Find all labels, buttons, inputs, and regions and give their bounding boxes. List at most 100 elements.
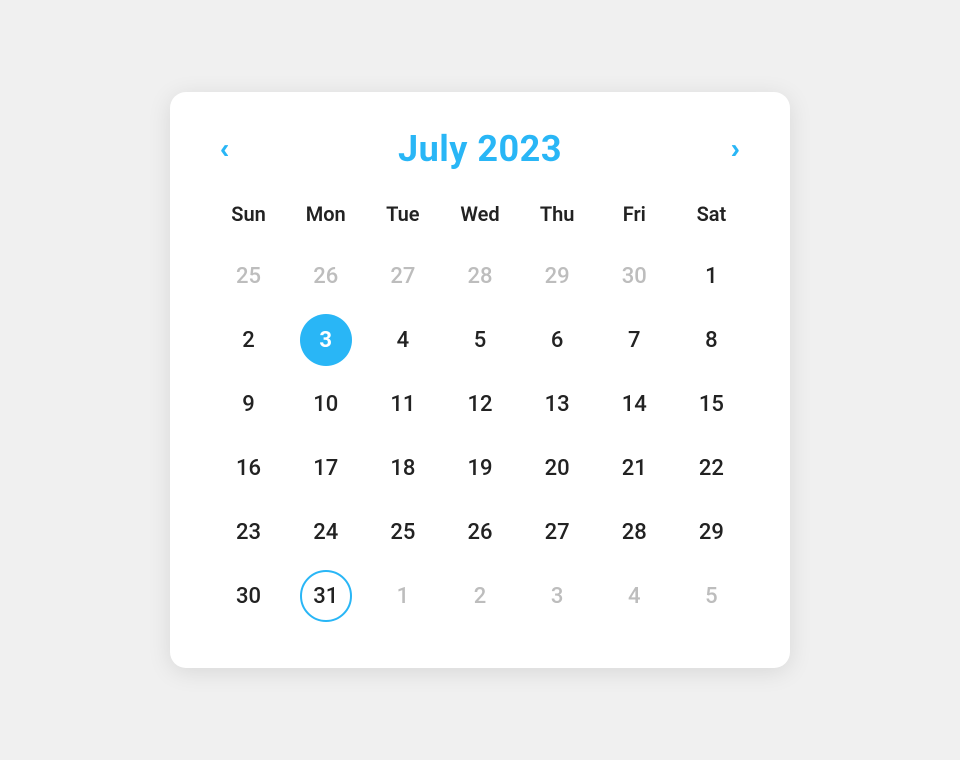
weekday-header-tue: Tue xyxy=(364,202,441,244)
calendar-cell: 30 xyxy=(210,564,287,628)
weekday-header-wed: Wed xyxy=(441,202,518,244)
day-cell[interactable]: 26 xyxy=(454,506,506,558)
calendar-week-2: 2345678 xyxy=(210,308,750,372)
calendar-cell: 16 xyxy=(210,436,287,500)
day-cell[interactable]: 3 xyxy=(531,570,583,622)
calendar-weekday-header: SunMonTueWedThuFriSat xyxy=(210,202,750,244)
day-cell[interactable]: 25 xyxy=(223,250,275,302)
day-cell[interactable]: 2 xyxy=(454,570,506,622)
calendar-cell: 3 xyxy=(519,564,596,628)
calendar-cell: 29 xyxy=(519,244,596,308)
calendar-cell: 1 xyxy=(364,564,441,628)
day-cell[interactable]: 2 xyxy=(223,314,275,366)
day-cell[interactable]: 3 xyxy=(300,314,352,366)
calendar-cell: 13 xyxy=(519,372,596,436)
weekday-header-thu: Thu xyxy=(519,202,596,244)
calendar-week-6: 30 31 12345 xyxy=(210,564,750,628)
weekday-header-sun: Sun xyxy=(210,202,287,244)
calendar-cell: 28 xyxy=(441,244,518,308)
day-cell[interactable]: 1 xyxy=(685,250,737,302)
calendar-cell: 25 xyxy=(210,244,287,308)
day-cell[interactable]: 8 xyxy=(685,314,737,366)
calendar-week-1: 25 26 27 28 29 30 1 xyxy=(210,244,750,308)
day-cell[interactable]: 5 xyxy=(454,314,506,366)
calendar-body: 2526272829301234567891011121314151617181… xyxy=(210,244,750,628)
calendar-cell: 11 xyxy=(364,372,441,436)
day-cell[interactable]: 31 xyxy=(300,570,352,622)
day-cell[interactable]: 25 xyxy=(377,506,429,558)
day-cell[interactable]: 22 xyxy=(685,442,737,494)
day-cell[interactable]: 11 xyxy=(377,378,429,430)
day-cell[interactable]: 27 xyxy=(377,250,429,302)
day-cell[interactable]: 7 xyxy=(608,314,660,366)
calendar-cell: 26 xyxy=(441,500,518,564)
day-cell[interactable]: 12 xyxy=(454,378,506,430)
calendar-cell: 24 xyxy=(287,500,364,564)
calendar-cell: 2 xyxy=(441,564,518,628)
prev-month-button[interactable]: ‹ xyxy=(210,131,239,167)
day-cell[interactable]: 29 xyxy=(531,250,583,302)
calendar-cell: 5 xyxy=(441,308,518,372)
calendar-cell: 21 xyxy=(596,436,673,500)
month-title: July 2023 xyxy=(398,128,562,170)
day-cell[interactable]: 21 xyxy=(608,442,660,494)
calendar-cell: 14 xyxy=(596,372,673,436)
calendar-cell: 19 xyxy=(441,436,518,500)
weekday-header-sat: Sat xyxy=(673,202,750,244)
weekday-header-mon: Mon xyxy=(287,202,364,244)
day-cell[interactable]: 15 xyxy=(685,378,737,430)
day-cell[interactable]: 5 xyxy=(685,570,737,622)
day-cell[interactable]: 19 xyxy=(454,442,506,494)
calendar-cell: 3 xyxy=(287,308,364,372)
day-cell[interactable]: 14 xyxy=(608,378,660,430)
calendar-cell: 27 xyxy=(519,500,596,564)
day-cell[interactable]: 10 xyxy=(300,378,352,430)
day-cell[interactable]: 1 xyxy=(377,570,429,622)
calendar-header: ‹ July 2023 › xyxy=(210,128,750,170)
calendar-cell: 20 xyxy=(519,436,596,500)
calendar-cell: 30 xyxy=(596,244,673,308)
day-cell[interactable]: 24 xyxy=(300,506,352,558)
calendar-cell: 28 xyxy=(596,500,673,564)
day-cell[interactable]: 28 xyxy=(608,506,660,558)
calendar-cell: 27 xyxy=(364,244,441,308)
calendar-week-5: 23 24 25 26 27 28 29 xyxy=(210,500,750,564)
calendar-cell: 12 xyxy=(441,372,518,436)
calendar-cell: 18 xyxy=(364,436,441,500)
calendar-cell: 22 xyxy=(673,436,750,500)
calendar-cell: 17 xyxy=(287,436,364,500)
day-cell[interactable]: 6 xyxy=(531,314,583,366)
day-cell[interactable]: 30 xyxy=(608,250,660,302)
weekday-header-fri: Fri xyxy=(596,202,673,244)
calendar-cell: 23 xyxy=(210,500,287,564)
day-cell[interactable]: 4 xyxy=(377,314,429,366)
calendar-cell: 7 xyxy=(596,308,673,372)
day-cell[interactable]: 17 xyxy=(300,442,352,494)
calendar-cell: 31 xyxy=(287,564,364,628)
day-cell[interactable]: 4 xyxy=(608,570,660,622)
calendar-cell: 2 xyxy=(210,308,287,372)
calendar-cell: 4 xyxy=(596,564,673,628)
calendar-cell: 8 xyxy=(673,308,750,372)
calendar-grid: SunMonTueWedThuFriSat 252627282930123456… xyxy=(210,202,750,628)
calendar-cell: 5 xyxy=(673,564,750,628)
day-cell[interactable]: 27 xyxy=(531,506,583,558)
day-cell[interactable]: 20 xyxy=(531,442,583,494)
day-cell[interactable]: 26 xyxy=(300,250,352,302)
day-cell[interactable]: 18 xyxy=(377,442,429,494)
calendar-cell: 9 xyxy=(210,372,287,436)
next-month-button[interactable]: › xyxy=(721,131,750,167)
day-cell[interactable]: 9 xyxy=(223,378,275,430)
calendar-cell: 10 xyxy=(287,372,364,436)
calendar-week-3: 9 10 11 12 13 14 15 xyxy=(210,372,750,436)
calendar-card: ‹ July 2023 › SunMonTueWedThuFriSat 2526… xyxy=(170,92,790,668)
day-cell[interactable]: 13 xyxy=(531,378,583,430)
day-cell[interactable]: 30 xyxy=(223,570,275,622)
day-cell[interactable]: 23 xyxy=(223,506,275,558)
day-cell[interactable]: 29 xyxy=(685,506,737,558)
day-cell[interactable]: 28 xyxy=(454,250,506,302)
day-cell[interactable]: 16 xyxy=(223,442,275,494)
calendar-cell: 1 xyxy=(673,244,750,308)
calendar-cell: 25 xyxy=(364,500,441,564)
calendar-cell: 6 xyxy=(519,308,596,372)
